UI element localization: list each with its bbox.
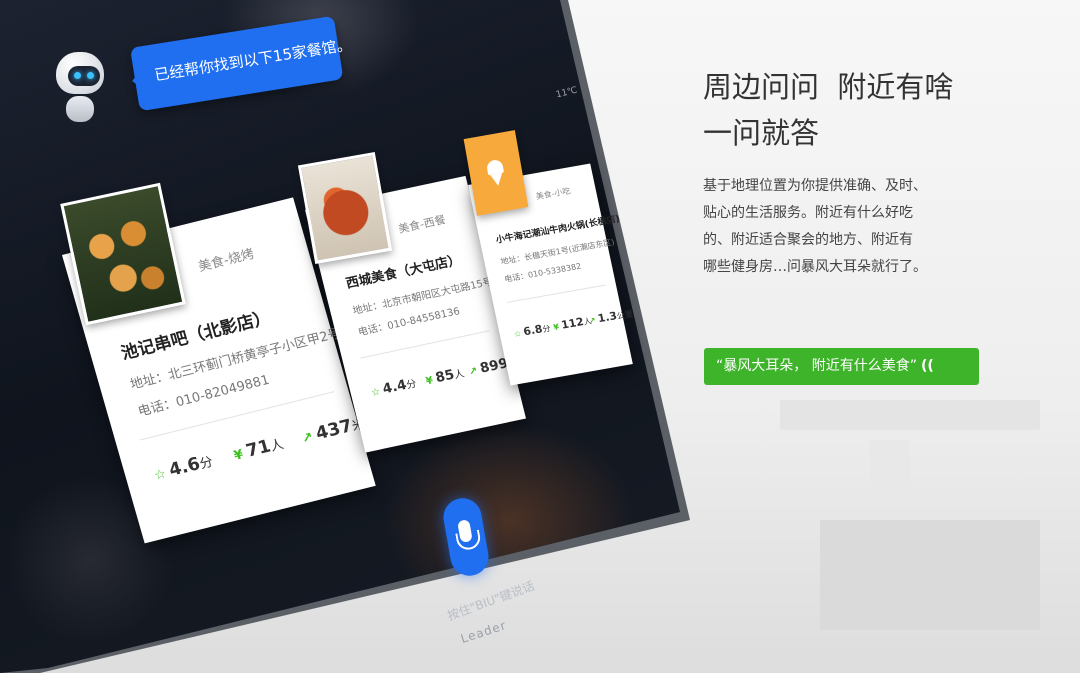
assistant-message: 已经帮你找到以下15家餐馆。 [153, 35, 353, 85]
star-icon: ☆ [370, 386, 382, 399]
headline-line-2: 一问就答 [703, 116, 820, 150]
yen-icon: ¥ [552, 322, 560, 333]
rating-unit: 分 [541, 323, 552, 335]
headline-line-1: 周边问问 附近有啥 [703, 70, 954, 104]
desc-line: 的、附近适合聚会的地方、附近有 [703, 232, 913, 248]
ice-cream-cone [490, 172, 505, 187]
sound-wave-icon: (( [920, 358, 934, 374]
rating-value: 6.8 [522, 322, 544, 339]
card-category: 美食-小吃 [535, 186, 572, 202]
distance-unit: 公里 [616, 309, 634, 321]
promo-description: 基于地理位置为你提供准确、及时、 贴心的生活服务。附近有什么好吃 的、附近适合聚… [703, 173, 993, 281]
rating-unit: 分 [405, 378, 418, 392]
distance-arrow-icon: ↗ [467, 365, 479, 379]
price-unit: 人 [453, 368, 466, 382]
robot-eye-icon [74, 72, 81, 79]
card-divider [507, 284, 606, 303]
assistant-robot-avatar [52, 52, 108, 128]
robot-head [56, 52, 104, 94]
background-cabinet [820, 520, 1040, 630]
card-category: 美食-西餐 [396, 213, 448, 236]
star-icon: ☆ [152, 466, 169, 484]
robot-body [66, 96, 94, 122]
distance-arrow-icon: ↗ [588, 315, 597, 326]
voice-example-text: “暴风大耳朵， 附近有什么美食” [716, 358, 917, 374]
card-category: 美食-烧烤 [196, 246, 256, 275]
background-lamp [870, 440, 910, 500]
card-price: ¥ 112人 [552, 314, 593, 333]
price-value: 112 [559, 315, 585, 332]
card-rating: ☆ 6.8分 [513, 321, 552, 340]
robot-eye-icon [87, 72, 94, 79]
price-unit: 人 [268, 437, 286, 455]
promo-headline: 周边问问 附近有啥 一问就答 [703, 64, 953, 156]
card-rating: ☆ 4.4分 [369, 375, 418, 400]
microphone-stand [455, 529, 483, 552]
card-divider [360, 330, 490, 359]
robot-face [68, 66, 100, 86]
desc-line: 哪些健身房…问暴风大耳朵就行了。 [703, 259, 927, 275]
yen-icon: ¥ [424, 375, 435, 388]
card-rating: ☆ 4.6分 [151, 451, 215, 485]
rating-unit: 分 [198, 454, 215, 473]
card-price: ¥ 85人 [424, 365, 466, 389]
voice-example-button[interactable]: “暴风大耳朵， 附近有什么美食”(( [704, 348, 979, 385]
yen-icon: ¥ [232, 447, 246, 464]
distance-value: 437 [313, 416, 355, 445]
card-price: ¥ 71人 [231, 433, 286, 464]
star-icon: ☆ [513, 329, 523, 340]
distance-arrow-icon: ↗ [300, 429, 315, 447]
desc-line: 贴心的生活服务。附近有什么好吃 [703, 205, 913, 221]
desc-line: 基于地理位置为你提供准确、及时、 [703, 178, 927, 194]
background-shelf [780, 400, 1040, 430]
